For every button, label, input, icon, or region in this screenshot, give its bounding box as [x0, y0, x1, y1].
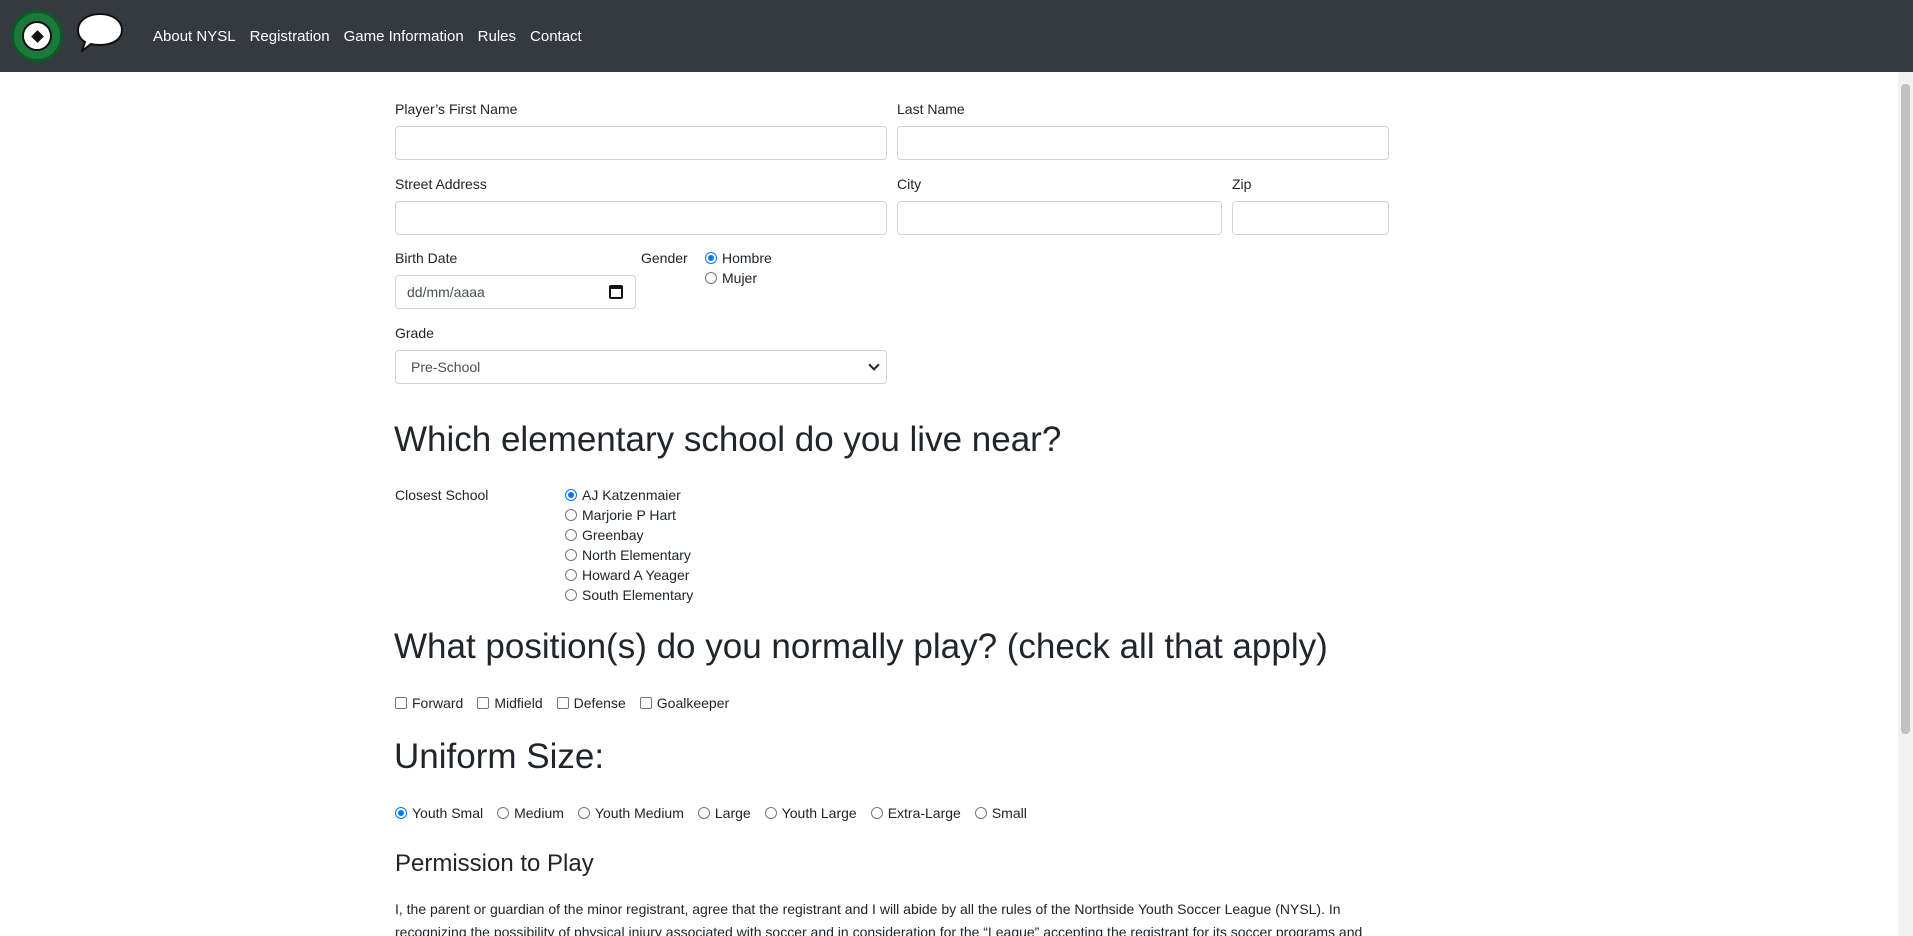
uniform-label: Extra-Large: [887, 805, 961, 821]
uniform-row: Youth Smal Medium Youth Medium Large You…: [395, 805, 1041, 821]
zip-input[interactable]: [1232, 201, 1389, 235]
closest-school-label: Closest School: [395, 487, 489, 503]
birth-date-placeholder: dd/mm/aaaa: [407, 284, 485, 300]
permission-text: I, the parent or guardian of the minor r…: [395, 901, 1363, 936]
last-name-input[interactable]: [897, 126, 1389, 160]
school-option[interactable]: South Elementary: [565, 587, 693, 603]
uniform-heading: Uniform Size:: [394, 737, 605, 776]
position-defense[interactable]: Defense: [556, 695, 626, 711]
checkbox-goalkeeper[interactable]: [639, 697, 652, 709]
grade-label: Grade: [395, 325, 434, 341]
soccer-ball-icon: [22, 21, 52, 51]
school-option-label: Marjorie P Hart: [582, 507, 676, 523]
radio-youth-large[interactable]: [764, 807, 777, 819]
radio-medium[interactable]: [497, 807, 510, 819]
grade-selected-value: Pre-School: [411, 359, 481, 375]
top-navbar: About NYSL Registration Game Information…: [0, 0, 1913, 72]
gender-option-label: Hombre: [722, 250, 772, 266]
uniform-label: Medium: [514, 805, 564, 821]
school-option-label: Greenbay: [582, 527, 644, 543]
nav-about[interactable]: About NYSL: [146, 28, 243, 45]
position-label: Midfield: [494, 695, 543, 711]
school-option[interactable]: AJ Katzenmaier: [565, 487, 681, 503]
first-name-input[interactable]: [395, 126, 887, 160]
school-option[interactable]: Marjorie P Hart: [565, 507, 676, 523]
gender-option-label: Mujer: [722, 270, 758, 286]
radio-youth-small[interactable]: [395, 807, 407, 819]
uniform-label: Youth Smal: [412, 805, 484, 821]
position-forward[interactable]: Forward: [395, 695, 463, 711]
chevron-down-icon: [868, 359, 880, 371]
city-input[interactable]: [897, 201, 1222, 235]
position-label: Forward: [412, 695, 464, 711]
city-label: City: [897, 176, 922, 192]
permission-heading: Permission to Play: [395, 850, 594, 877]
radio-howard-a-yeager[interactable]: [565, 569, 577, 581]
nav-rules[interactable]: Rules: [471, 28, 523, 45]
uniform-label: Large: [714, 805, 751, 821]
nysl-logo[interactable]: [11, 10, 63, 62]
radio-aj-katzenmaier[interactable]: [565, 489, 577, 501]
uniform-option[interactable]: Extra-Large: [870, 805, 961, 821]
uniform-option[interactable]: Small: [974, 805, 1027, 821]
uniform-option[interactable]: Youth Medium: [577, 805, 684, 821]
radio-mujer[interactable]: [705, 272, 717, 284]
birth-date-input[interactable]: dd/mm/aaaa: [395, 275, 636, 309]
position-midfield[interactable]: Midfield: [477, 695, 543, 711]
radio-large[interactable]: [697, 807, 710, 819]
radio-marjorie-p-hart[interactable]: [565, 509, 577, 521]
uniform-option[interactable]: Youth Smal: [395, 805, 483, 821]
street-address-input[interactable]: [395, 201, 887, 235]
uniform-option[interactable]: Medium: [497, 805, 564, 821]
school-option-label: North Elementary: [582, 547, 691, 563]
checkbox-forward[interactable]: [395, 697, 407, 709]
zip-label: Zip: [1232, 176, 1252, 192]
radio-north-elementary[interactable]: [565, 549, 577, 561]
page-scrollbar[interactable]: [1898, 72, 1913, 936]
radio-hombre[interactable]: [705, 252, 717, 264]
school-option-label: AJ Katzenmaier: [582, 487, 681, 503]
street-address-label: Street Address: [395, 176, 487, 192]
nav-game-information[interactable]: Game Information: [337, 28, 471, 45]
position-label: Defense: [573, 695, 626, 711]
positions-row: Forward Midfield Defense Goalkeeper: [395, 695, 743, 711]
radio-extra-large[interactable]: [870, 807, 883, 819]
scrollbar-thumb[interactable]: [1901, 84, 1910, 734]
nav-links: About NYSL Registration Game Information…: [146, 0, 589, 72]
uniform-label: Youth Large: [781, 805, 857, 821]
first-name-label: Player’s First Name: [395, 101, 518, 117]
birth-date-label: Birth Date: [395, 250, 458, 266]
checkbox-midfield[interactable]: [477, 697, 490, 709]
nav-registration[interactable]: Registration: [243, 28, 337, 45]
uniform-label: Youth Medium: [594, 805, 684, 821]
grade-select[interactable]: Pre-School: [395, 350, 887, 384]
school-option[interactable]: Greenbay: [565, 527, 643, 543]
uniform-option[interactable]: Large: [697, 805, 751, 821]
school-heading: Which elementary school do you live near…: [394, 420, 1062, 459]
gender-option-hombre[interactable]: Hombre: [705, 250, 772, 266]
checkbox-defense[interactable]: [556, 697, 569, 709]
position-goalkeeper[interactable]: Goalkeeper: [639, 695, 730, 711]
radio-greenbay[interactable]: [565, 529, 577, 541]
school-option-label: South Elementary: [582, 587, 694, 603]
radio-south-elementary[interactable]: [565, 589, 577, 601]
gender-option-mujer[interactable]: Mujer: [705, 270, 757, 286]
radio-small[interactable]: [974, 807, 987, 819]
uniform-option[interactable]: Youth Large: [764, 805, 857, 821]
chat-bubble-icon[interactable]: [76, 12, 124, 52]
last-name-label: Last Name: [897, 101, 965, 117]
radio-youth-medium[interactable]: [577, 807, 590, 819]
positions-heading: What position(s) do you normally play? (…: [394, 627, 1328, 666]
nav-contact[interactable]: Contact: [523, 28, 589, 45]
school-option[interactable]: North Elementary: [565, 547, 691, 563]
school-option[interactable]: Howard A Yeager: [565, 567, 689, 583]
school-option-label: Howard A Yeager: [582, 567, 690, 583]
gender-label: Gender: [641, 250, 688, 266]
calendar-icon[interactable]: [609, 285, 623, 299]
uniform-label: Small: [991, 805, 1027, 821]
position-label: Goalkeeper: [656, 695, 730, 711]
